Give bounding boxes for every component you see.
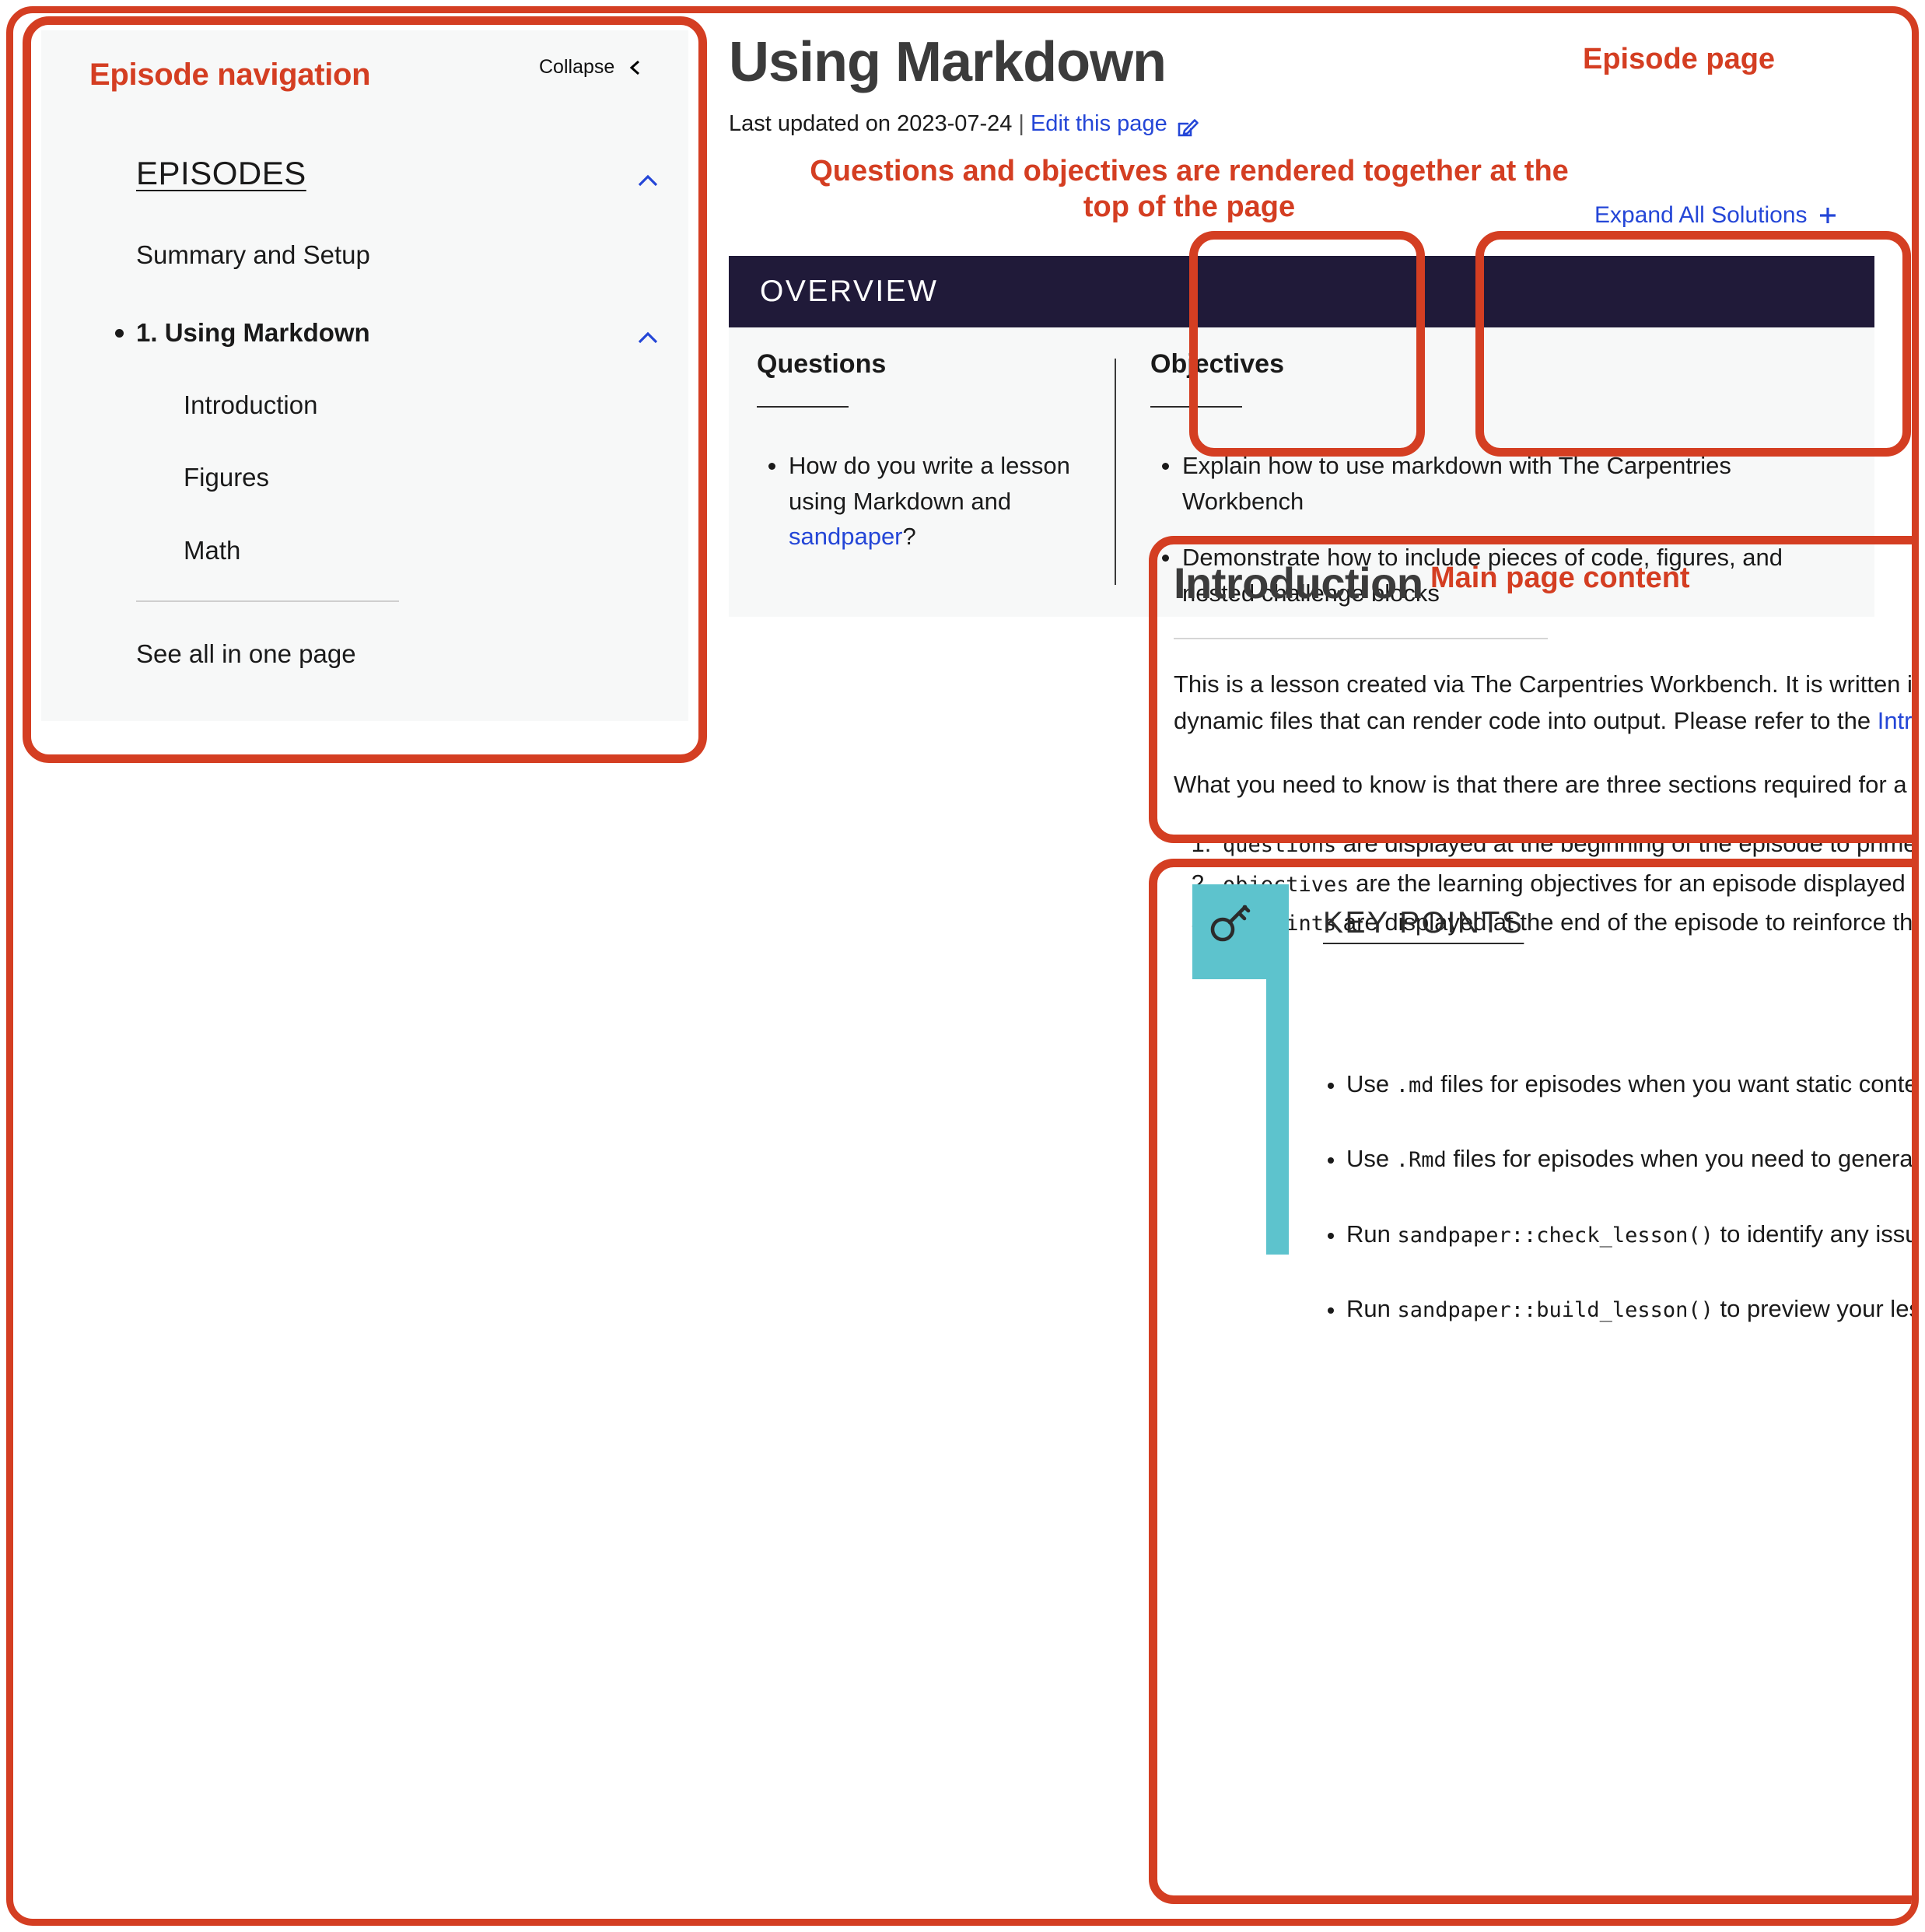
intro-text: This is a lesson created via The Carpent… (1174, 670, 1919, 698)
episodes-heading: EPISODES (136, 155, 306, 191)
edit-pencil-square-icon[interactable] (1176, 116, 1199, 139)
question-text-suffix: ? (902, 523, 916, 551)
sidebar-divider (136, 600, 399, 602)
questions-rule (757, 406, 849, 408)
meta-separator: | (1018, 111, 1024, 136)
kp-code: .md (1395, 1073, 1434, 1097)
collapse-sidebar-button[interactable]: Collapse (539, 56, 644, 79)
kp-pre: Use (1346, 1070, 1396, 1097)
keypoints-list: Use .md files for episodes when you want… (1318, 1069, 1919, 1368)
list-item: How do you write a lesson using Markdown… (757, 448, 1083, 555)
page-meta-line: Last updated on 2023-07-24 | Edit this p… (729, 111, 1199, 137)
page-title: Using Markdown (729, 31, 1167, 93)
questions-column: Questions How do you write a lesson usin… (757, 327, 1083, 576)
key-icon (1208, 900, 1253, 945)
code-questions: questions (1223, 833, 1337, 858)
sidebar-subitem-figures[interactable]: Figures (184, 463, 269, 492)
kp-pre: Run (1346, 1220, 1398, 1248)
plus-icon (1817, 205, 1839, 226)
question-text-prefix: How do you write a lesson using Markdown… (789, 452, 1070, 515)
keypoints-title: KEY POINTS (1323, 906, 1524, 940)
episode-main-column: Using Markdown Episode page Last updated… (723, 13, 1912, 1919)
annotation-questions-objectives: Questions and objectives are rendered to… (810, 155, 1569, 224)
questions-list: How do you write a lesson using Markdown… (757, 448, 1083, 555)
keypoints-banner-tail (1266, 979, 1289, 1255)
kp-code: sandpaper::check_lesson() (1397, 1223, 1713, 1248)
kp-post: to preview your lesson locally (1720, 1294, 1919, 1322)
sidebar-subitem-introduction[interactable]: Introduction (184, 390, 317, 420)
last-updated-date: 2023-07-24 (897, 111, 1013, 136)
overview-header: OVERVIEW (729, 256, 1874, 327)
objectives-rule (1150, 406, 1242, 408)
sidebar-item-label: 1. Using Markdown (136, 318, 370, 347)
keypoints-section: KEY POINTS Keypoints are rendered at the… (1171, 878, 1919, 1885)
list-item: Run sandpaper::build_lesson() to preview… (1318, 1293, 1919, 1325)
questions-title: Questions (757, 349, 887, 379)
kp-code: .Rmd (1395, 1148, 1447, 1173)
edit-this-page-link[interactable]: Edit this page (1031, 111, 1167, 137)
current-episode-bullet (115, 329, 124, 338)
annotation-keypoints: Keypoints are rendered at the bottom of … (1874, 892, 1912, 964)
expand-all-label: Expand All Solutions (1594, 202, 1808, 228)
expand-all-solutions-button[interactable]: Expand All Solutions (1594, 202, 1839, 229)
sidebar-subitem-math[interactable]: Math (184, 536, 240, 565)
annotation-episode-page: Episode page (1583, 43, 1776, 75)
overview-column-divider (1115, 359, 1116, 585)
introduction-paragraph-2: What you need to know is that there are … (1174, 770, 1912, 798)
page-frame: EPISODES Summary and Setup 1. Using Mark… (6, 6, 1919, 1926)
chevron-up-icon[interactable] (634, 324, 662, 352)
list-item: Explain how to use markdown with The Car… (1150, 448, 1819, 519)
list-item: Use .Rmd files for episodes when you nee… (1318, 1143, 1913, 1174)
introduction-rule (1174, 638, 1548, 639)
episode-navigation-sidebar: EPISODES Summary and Setup 1. Using Mark… (41, 30, 688, 721)
collapse-label: Collapse (539, 56, 615, 78)
kp-post: files for episodes when you want static … (1433, 1070, 1919, 1097)
objectives-title: Objectives (1150, 349, 1284, 379)
kp-post: to identify any issues with your lesson (1720, 1220, 1919, 1248)
list-item: Run sandpaper::check_lesson() to identif… (1318, 1219, 1919, 1250)
overview-header-label: OVERVIEW (760, 275, 939, 308)
list-item: Use .md files for episodes when you want… (1318, 1069, 1919, 1100)
list-item-text: are displayed at the beginning of the ep… (1342, 830, 1917, 858)
annotation-main-page-content: Main page content (1430, 562, 1690, 594)
last-updated-prefix: Last updated on (729, 111, 891, 136)
sidebar-see-all-in-one-page[interactable]: See all in one page (136, 639, 356, 669)
chevron-up-icon[interactable] (634, 167, 662, 195)
kp-code: sandpaper::build_lesson() (1397, 1297, 1713, 1322)
list-item: questions are displayed at the beginning… (1218, 824, 1917, 864)
kp-pre: Run (1346, 1294, 1398, 1322)
sidebar-item-summary-and-setup[interactable]: Summary and Setup (136, 240, 370, 270)
introduction-paragraph-1: This is a lesson created via The Carpent… (1174, 666, 1919, 740)
kp-post: files for episodes when you need to gene… (1453, 1145, 1913, 1173)
workbench-intro-link[interactable]: Introduction to The Carpentries Workbenc… (1878, 707, 1912, 734)
chevron-left-icon (627, 59, 644, 76)
kp-pre: Use (1346, 1145, 1396, 1173)
annotation-episode-navigation: Episode navigation (89, 58, 371, 92)
sidebar-item-using-markdown[interactable]: 1. Using Markdown (115, 318, 370, 348)
sandpaper-link[interactable]: sandpaper (789, 523, 903, 550)
